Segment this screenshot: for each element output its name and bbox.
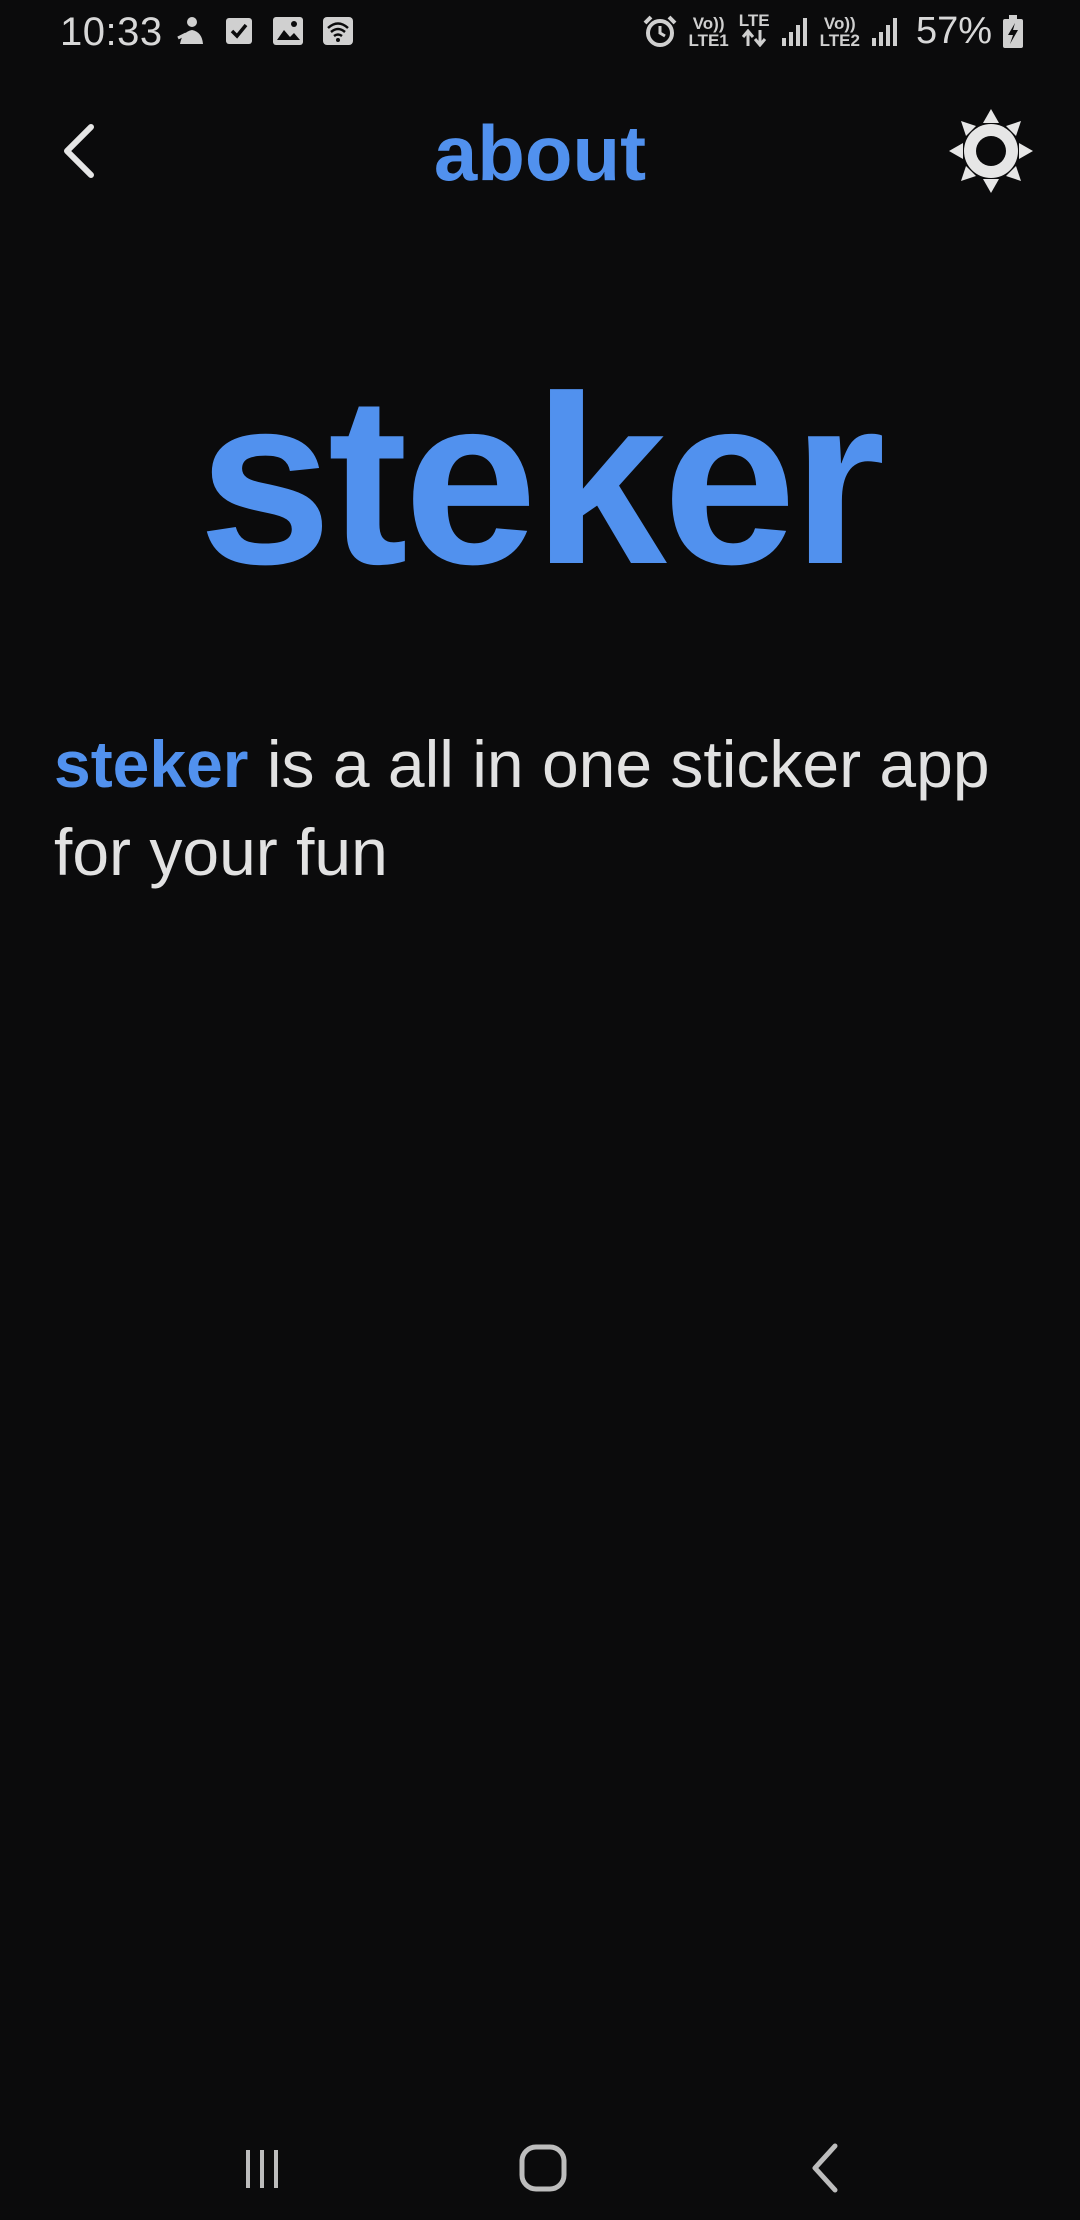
data-arrows-icon [739, 28, 769, 51]
app-bar: about [0, 86, 1080, 226]
sun-icon [949, 108, 1033, 198]
back-icon [805, 2142, 845, 2199]
description-brand: steker [54, 727, 249, 801]
theme-toggle-button[interactable] [946, 108, 1036, 198]
sim2-indicator: Vo)) LTE2 [819, 13, 860, 50]
page-title: about [433, 109, 647, 197]
nav-back-button[interactable] [785, 2130, 865, 2210]
recents-button[interactable] [222, 2130, 302, 2210]
battery-charging-icon [1002, 14, 1024, 49]
signal-icon [780, 16, 810, 48]
home-icon [517, 2142, 569, 2199]
wifi-icon [322, 16, 354, 46]
system-nav-bar [0, 2110, 1080, 2220]
status-right-icons: Vo)) LTE1 LTE Vo)) LTE2 57% [642, 10, 1024, 53]
status-left-icons [176, 14, 354, 48]
status-time: 10:33 [60, 10, 163, 54]
alarm-icon [642, 14, 678, 50]
status-bar: 10:33 Vo)) LTE1 LTE Vo)) LTE2 57% [0, 0, 1080, 66]
recents-icon [238, 2144, 286, 2197]
checkbox-icon [224, 16, 254, 46]
home-button[interactable] [503, 2130, 583, 2210]
signal-icon [870, 16, 900, 48]
image-icon [272, 16, 304, 46]
app-description: steker is a all in one sticker app for y… [54, 720, 1034, 896]
sim1-indicator: Vo)) LTE1 [688, 13, 729, 50]
battery-percent: 57% [915, 10, 992, 52]
notification-icon [176, 14, 206, 48]
lte-indicator: LTE [739, 12, 770, 52]
brand-title: steker [198, 346, 885, 614]
